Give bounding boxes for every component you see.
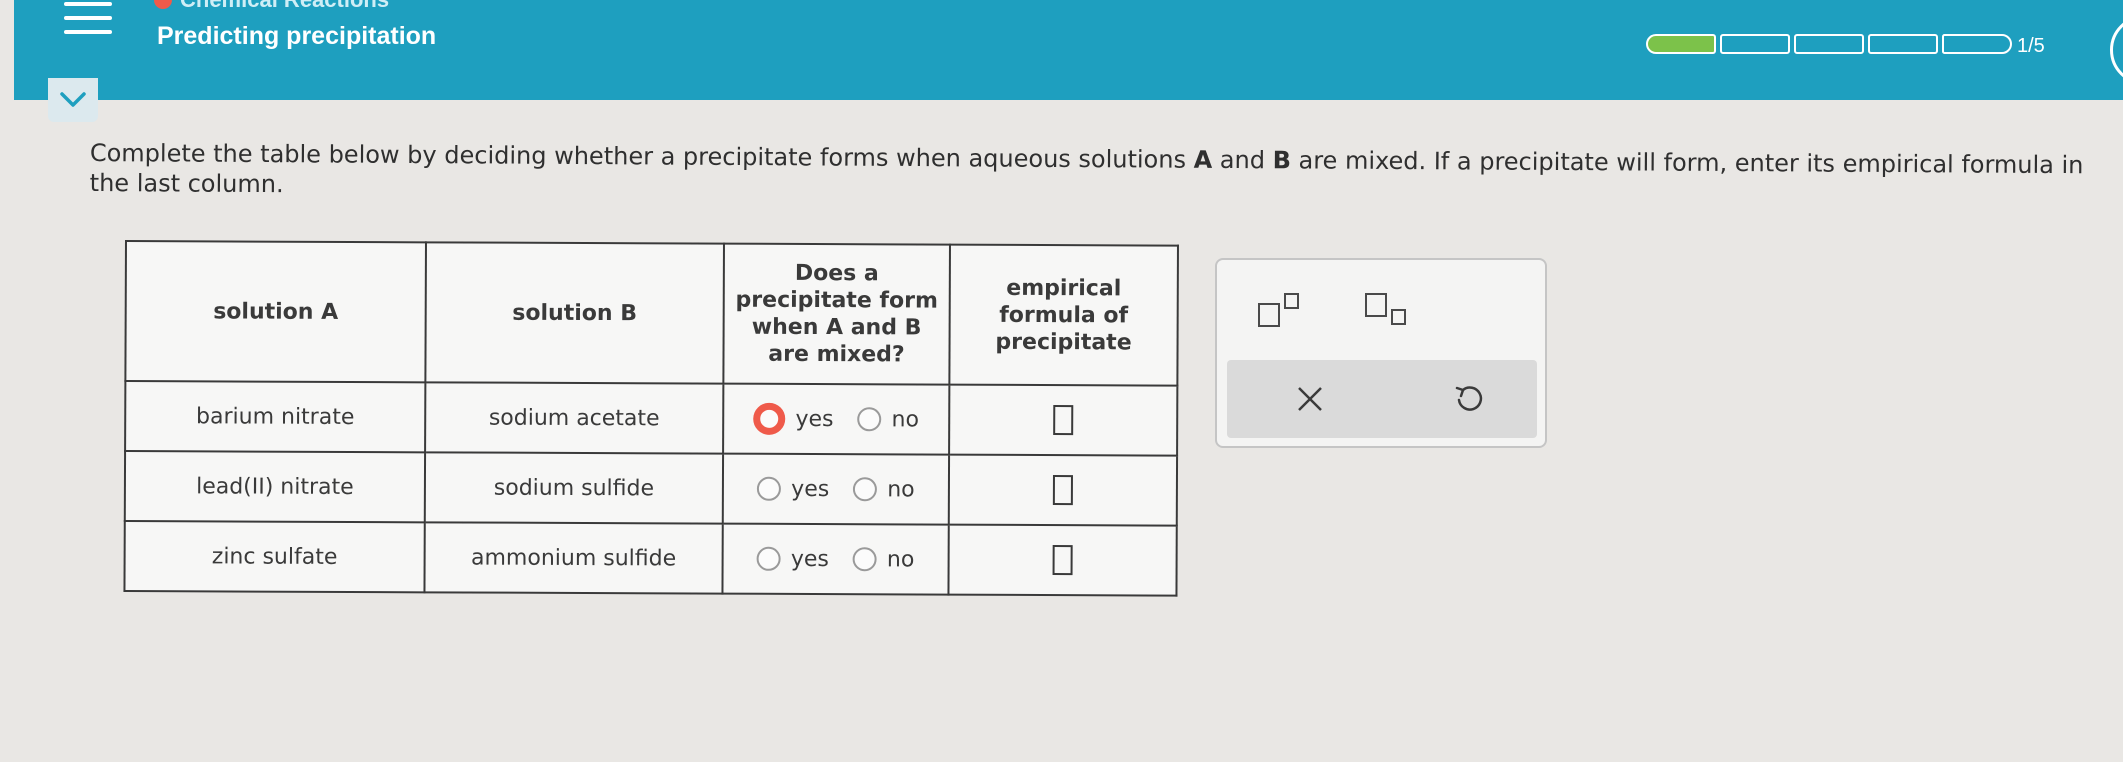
solution-a-cell: lead(II) nitrate [124, 451, 426, 523]
x-icon[interactable] [1293, 382, 1327, 416]
no-label: no [886, 546, 915, 572]
chevron-down-icon [60, 92, 86, 107]
precipitate-choice-cell: yes no [722, 453, 950, 525]
solution-b-cell: sodium acetate [425, 382, 724, 454]
yes-radio[interactable] [757, 476, 782, 501]
formula-input[interactable] [1052, 475, 1073, 506]
solution-b-cell: ammonium sulfide [424, 522, 723, 594]
tool-palette [1217, 260, 1545, 360]
breadcrumb[interactable]: Chemical Reactions [154, 0, 389, 12]
no-radio[interactable] [853, 477, 878, 502]
page-title: Predicting precipitation [157, 22, 437, 50]
no-radio[interactable] [852, 547, 877, 572]
progress-segment [1646, 34, 1716, 54]
progress-bar [1646, 34, 2012, 54]
precipitate-choice-cell: yes no [723, 383, 950, 455]
progress-segment [1868, 34, 1938, 54]
no-radio[interactable] [857, 407, 882, 432]
yes-label: yes [791, 476, 830, 502]
precipitation-table: solution A solution B Does a precipitate… [123, 240, 1179, 597]
topic-status-dot-icon [154, 0, 172, 9]
breadcrumb-label: Chemical Reactions [180, 0, 389, 13]
table-row: lead(II) nitrate sodium sulfide yes no [124, 451, 1178, 526]
superscript-icon[interactable] [1255, 290, 1305, 330]
header-precipitate-question: Does a precipitate form when A and B are… [723, 243, 950, 385]
yes-label: yes [790, 546, 829, 572]
formula-input[interactable] [1052, 545, 1073, 576]
progress-count: 1/5 [2017, 35, 2045, 57]
solution-a-cell: zinc sulfate [124, 521, 425, 593]
solution-b-cell: sodium sulfide [424, 452, 724, 524]
formula-cell [948, 524, 1177, 596]
top-header: Chemical Reactions Predicting precipitat… [14, 0, 2123, 100]
no-label: no [887, 476, 915, 502]
hamburger-menu-icon[interactable] [64, 0, 112, 36]
yes-option[interactable]: yes [756, 546, 829, 572]
table-row: zinc sulfate ammonium sulfide yes no [124, 521, 1177, 596]
collapse-button[interactable] [48, 78, 98, 122]
formula-input[interactable] [1053, 405, 1074, 436]
table-row: barium nitrate sodium acetate yes no [125, 381, 1178, 456]
account-circle-button[interactable] [2110, 15, 2123, 85]
no-option[interactable]: no [852, 546, 915, 572]
solution-a-cell: barium nitrate [125, 381, 426, 453]
subscript-icon[interactable] [1362, 290, 1412, 330]
header-solution-b: solution B [425, 242, 724, 384]
no-option[interactable]: no [853, 477, 915, 502]
yes-option[interactable]: yes [757, 476, 830, 502]
no-option[interactable]: no [857, 407, 919, 432]
progress-segment [1794, 34, 1864, 54]
header-solution-a: solution A [125, 241, 426, 383]
yes-radio[interactable] [753, 402, 786, 435]
formula-tool-panel [1215, 258, 1547, 448]
instructions-text: Complete the table below by deciding whe… [89, 138, 2084, 199]
progress-segment [1942, 34, 2012, 54]
yes-radio[interactable] [756, 546, 781, 571]
progress-segment [1720, 34, 1790, 54]
formula-cell [948, 454, 1178, 526]
precipitate-choice-cell: yes no [722, 523, 949, 595]
yes-option[interactable]: yes [753, 402, 834, 435]
yes-label: yes [795, 406, 834, 432]
formula-cell [949, 384, 1178, 456]
tool-actions [1227, 360, 1537, 438]
undo-icon[interactable] [1451, 380, 1487, 416]
no-label: no [891, 406, 919, 432]
header-empirical-formula: empirical formula of precipitate [949, 244, 1178, 386]
